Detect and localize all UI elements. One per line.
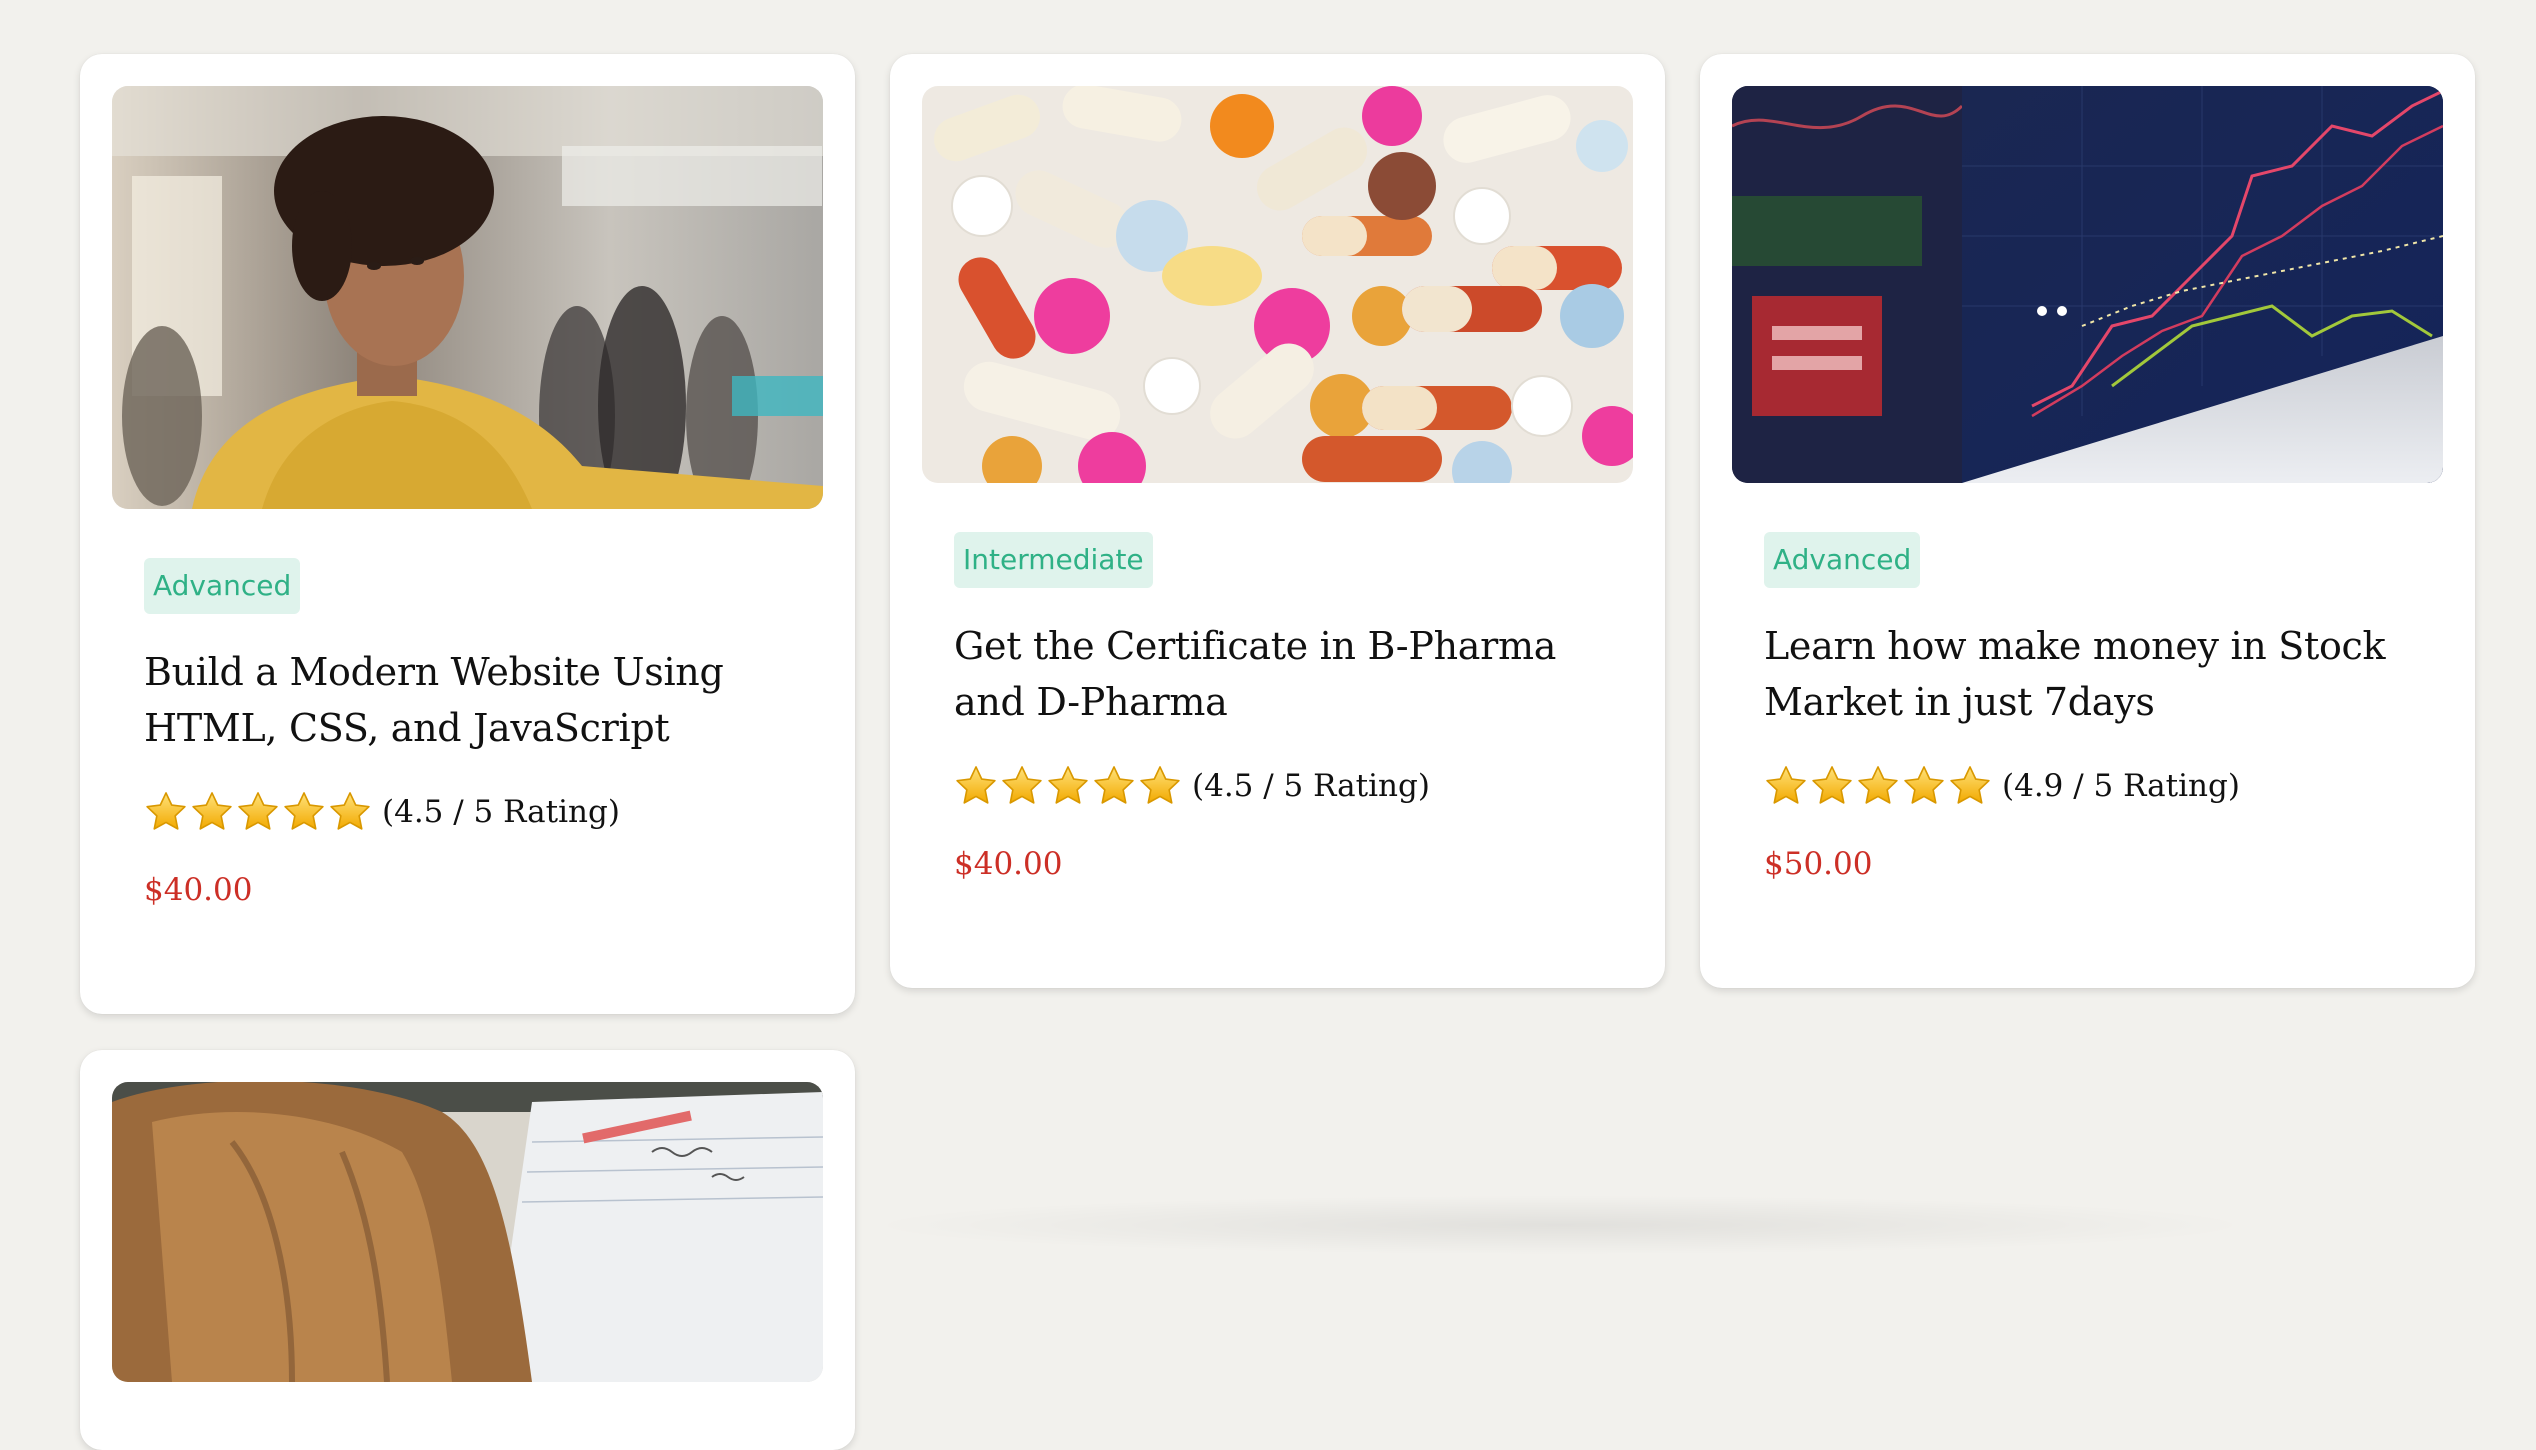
star-icon bbox=[1948, 764, 1992, 808]
course-rating: (4.5 / 5 Rating) bbox=[954, 761, 1430, 811]
star-icon bbox=[144, 790, 188, 834]
star-icon bbox=[282, 790, 326, 834]
course-price: $50.00 bbox=[1764, 846, 1873, 882]
course-price: $40.00 bbox=[144, 872, 253, 908]
course-image[interactable] bbox=[112, 86, 823, 509]
course-card[interactable]: Advanced Build a Modern Website Using HT… bbox=[80, 54, 855, 1014]
star-icon bbox=[236, 790, 280, 834]
star-icon bbox=[190, 790, 234, 834]
star-icon bbox=[1138, 764, 1182, 808]
course-image[interactable] bbox=[1732, 86, 2443, 483]
rating-text: (4.9 / 5 Rating) bbox=[2002, 768, 2240, 804]
level-badge: Advanced bbox=[144, 558, 301, 614]
course-title[interactable]: Get the Certificate in B-Pharma and D-Ph… bbox=[954, 618, 1594, 730]
rating-text: (4.5 / 5 Rating) bbox=[382, 794, 620, 830]
star-icon bbox=[1856, 764, 1900, 808]
course-card[interactable]: Intermediate Get the Certificate in B-Ph… bbox=[890, 54, 1665, 988]
rating-text: (4.5 / 5 Rating) bbox=[1192, 768, 1430, 804]
star-icon bbox=[1000, 764, 1044, 808]
course-image[interactable] bbox=[112, 1082, 823, 1382]
course-rating: (4.5 / 5 Rating) bbox=[144, 787, 620, 837]
bottom-shadow bbox=[860, 1195, 2260, 1255]
course-image[interactable] bbox=[922, 86, 1633, 483]
star-icon bbox=[954, 764, 998, 808]
star-icon bbox=[1764, 764, 1808, 808]
course-title[interactable]: Build a Modern Website Using HTML, CSS, … bbox=[144, 644, 784, 756]
course-title[interactable]: Learn how make money in Stock Market in … bbox=[1764, 618, 2404, 730]
course-card[interactable] bbox=[80, 1050, 855, 1450]
course-price: $40.00 bbox=[954, 846, 1063, 882]
star-icon bbox=[328, 790, 372, 834]
course-rating: (4.9 / 5 Rating) bbox=[1764, 761, 2240, 811]
level-badge: Advanced bbox=[1764, 532, 1921, 588]
level-badge: Intermediate bbox=[954, 532, 1153, 588]
star-icon bbox=[1902, 764, 1946, 808]
star-icon bbox=[1046, 764, 1090, 808]
star-icon bbox=[1810, 764, 1854, 808]
course-card[interactable]: Advanced Learn how make money in Stock M… bbox=[1700, 54, 2475, 988]
star-icon bbox=[1092, 764, 1136, 808]
